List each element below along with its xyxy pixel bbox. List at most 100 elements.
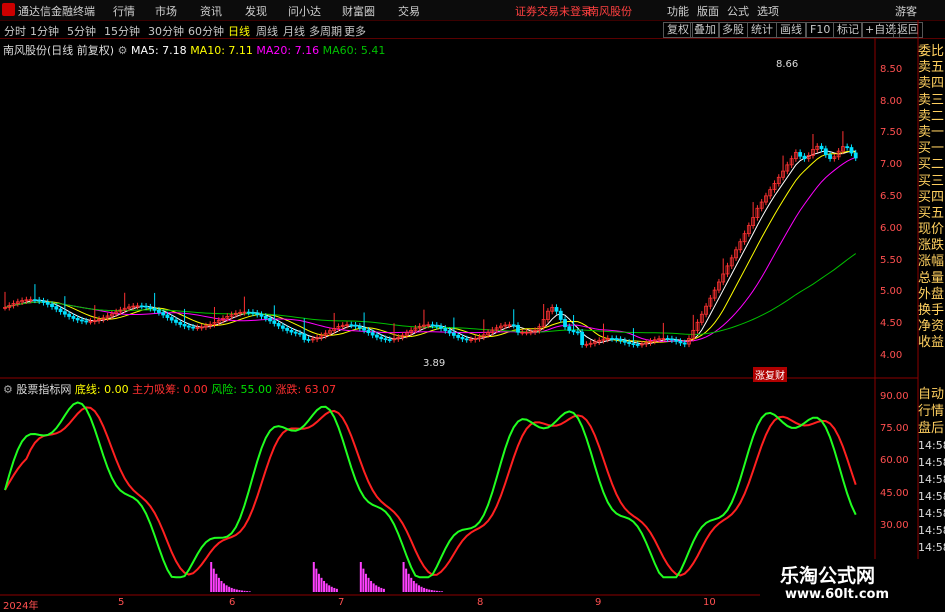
- candle-body: [276, 323, 281, 327]
- candle-body: [289, 329, 294, 333]
- x-tick: 10: [703, 597, 716, 608]
- sidebar-item[interactable]: 净资: [918, 319, 945, 335]
- indicator-y-tick: 45.00: [880, 488, 909, 499]
- menu-market[interactable]: 市场: [155, 3, 177, 19]
- sidebar-item[interactable]: 收益: [918, 335, 945, 351]
- candle-body: [191, 326, 196, 329]
- tab-5min[interactable]: 5分钟: [67, 23, 96, 39]
- sidebar-item[interactable]: 卖二: [918, 109, 945, 125]
- tab-30min[interactable]: 30分钟: [148, 23, 184, 39]
- back-button[interactable]: 返回: [893, 22, 923, 38]
- candle-body: [33, 299, 37, 302]
- menu-function[interactable]: 功能: [667, 3, 689, 19]
- sidebar-item[interactable]: 总量: [918, 271, 945, 287]
- menu-ask[interactable]: 问小达: [288, 3, 321, 19]
- candle-body: [54, 306, 59, 310]
- candle-body: [823, 148, 828, 156]
- candle-body: [182, 324, 187, 327]
- candle-body: [567, 326, 572, 331]
- candle-body: [490, 329, 495, 333]
- sidebar-item[interactable]: 涨跌: [918, 238, 945, 254]
- candle-body: [144, 305, 148, 308]
- candle-body: [537, 326, 542, 331]
- stats-button[interactable]: 统计: [747, 22, 777, 38]
- sidebar-item[interactable]: 买五: [918, 206, 945, 222]
- menu-formula[interactable]: 公式: [727, 3, 749, 19]
- tab-daily[interactable]: 日线: [228, 23, 250, 39]
- menu-news[interactable]: 资讯: [200, 3, 222, 19]
- menu-options[interactable]: 选项: [757, 3, 779, 19]
- menu-discover[interactable]: 发现: [245, 3, 267, 19]
- sidebar-item[interactable]: 买三: [918, 174, 945, 190]
- tab-more[interactable]: 更多: [344, 23, 366, 39]
- tab-timeshare[interactable]: 分时: [4, 23, 26, 39]
- y-tick: 8.00: [880, 96, 903, 107]
- tab-60min[interactable]: 60分钟: [188, 23, 224, 39]
- sidebar-item[interactable]: 现价: [918, 222, 945, 238]
- indicator-line-bottom: 底线: 0.00: [74, 383, 129, 396]
- candle-body: [345, 324, 349, 327]
- absorb-bar: [380, 587, 383, 592]
- tab-15min[interactable]: 15分钟: [104, 23, 140, 39]
- candle-body: [417, 325, 422, 329]
- event-badge[interactable]: 涨复财: [753, 367, 787, 382]
- adjust-button[interactable]: 复权: [663, 22, 693, 38]
- menu-market-quotes[interactable]: 行情: [113, 3, 135, 19]
- guest-button[interactable]: 游客: [895, 3, 917, 19]
- sidebar-item[interactable]: 卖一: [918, 125, 945, 141]
- indicator-settings-icon[interactable]: ⚙: [3, 383, 13, 396]
- tab-monthly[interactable]: 月线: [283, 23, 305, 39]
- high-price-label: 8.66: [776, 59, 799, 70]
- candle-body: [383, 338, 388, 341]
- draw-button[interactable]: 画线: [776, 22, 806, 38]
- candle-body: [225, 316, 230, 319]
- candle-body: [691, 329, 696, 339]
- y-tick: 5.50: [880, 255, 903, 266]
- candle-body: [387, 339, 392, 341]
- sidebar-item[interactable]: 换手: [918, 303, 945, 319]
- candle-body: [610, 338, 614, 340]
- sidebar-item[interactable]: 涨幅: [918, 254, 945, 270]
- sidebar-time: 14:58: [918, 473, 945, 486]
- absorb-bar: [317, 573, 320, 592]
- sidebar-item[interactable]: 外盘: [918, 287, 945, 303]
- app-title: 通达信金融终端: [18, 5, 95, 18]
- candle-body: [174, 319, 178, 323]
- low-price-label: 3.89: [423, 358, 446, 369]
- candle-body: [366, 329, 371, 334]
- candle-body: [50, 303, 54, 307]
- sidebar-item[interactable]: 买一: [918, 141, 945, 157]
- candle-body: [268, 318, 272, 322]
- menu-trade[interactable]: 交易: [398, 3, 420, 19]
- sidebar-item[interactable]: 买二: [918, 157, 945, 173]
- absorb-bar: [428, 589, 431, 592]
- candle-body: [451, 332, 456, 336]
- menu-wealth[interactable]: 财富圈: [342, 3, 375, 19]
- indicator-name[interactable]: 股票指标网: [16, 383, 71, 396]
- tab-weekly[interactable]: 周线: [256, 23, 278, 39]
- ma5-line: [4, 150, 856, 345]
- overlay-button[interactable]: 叠加: [690, 22, 720, 38]
- tab-multi-period[interactable]: 多周期: [309, 23, 342, 39]
- sidebar-item[interactable]: 行情: [918, 403, 945, 420]
- sidebar-item[interactable]: 盘后: [918, 420, 945, 437]
- multi-stock-button[interactable]: 多股: [718, 22, 748, 38]
- sidebar-item[interactable]: 卖三: [918, 93, 945, 109]
- tab-1min[interactable]: 1分钟: [30, 23, 59, 39]
- sidebar-item[interactable]: 卖五: [918, 60, 945, 76]
- settings-icon[interactable]: ⚙: [118, 44, 128, 57]
- candle-body: [396, 336, 401, 340]
- sidebar-item[interactable]: 委比: [918, 44, 945, 60]
- login-warning[interactable]: 证券交易未登录: [515, 3, 592, 19]
- sidebar-item[interactable]: 买四: [918, 190, 945, 206]
- candle-body: [622, 340, 627, 343]
- app-logo-icon: [2, 3, 15, 16]
- candle-body: [520, 331, 525, 334]
- mark-button[interactable]: 标记: [833, 22, 863, 38]
- chart-title: 南风股份(日线 前复权): [3, 44, 115, 57]
- menu-layout[interactable]: 版面: [697, 3, 719, 19]
- candle-body: [20, 300, 25, 303]
- f10-button[interactable]: F10: [806, 22, 835, 38]
- sidebar-item[interactable]: 自动: [918, 386, 945, 403]
- sidebar-item[interactable]: 卖四: [918, 76, 945, 92]
